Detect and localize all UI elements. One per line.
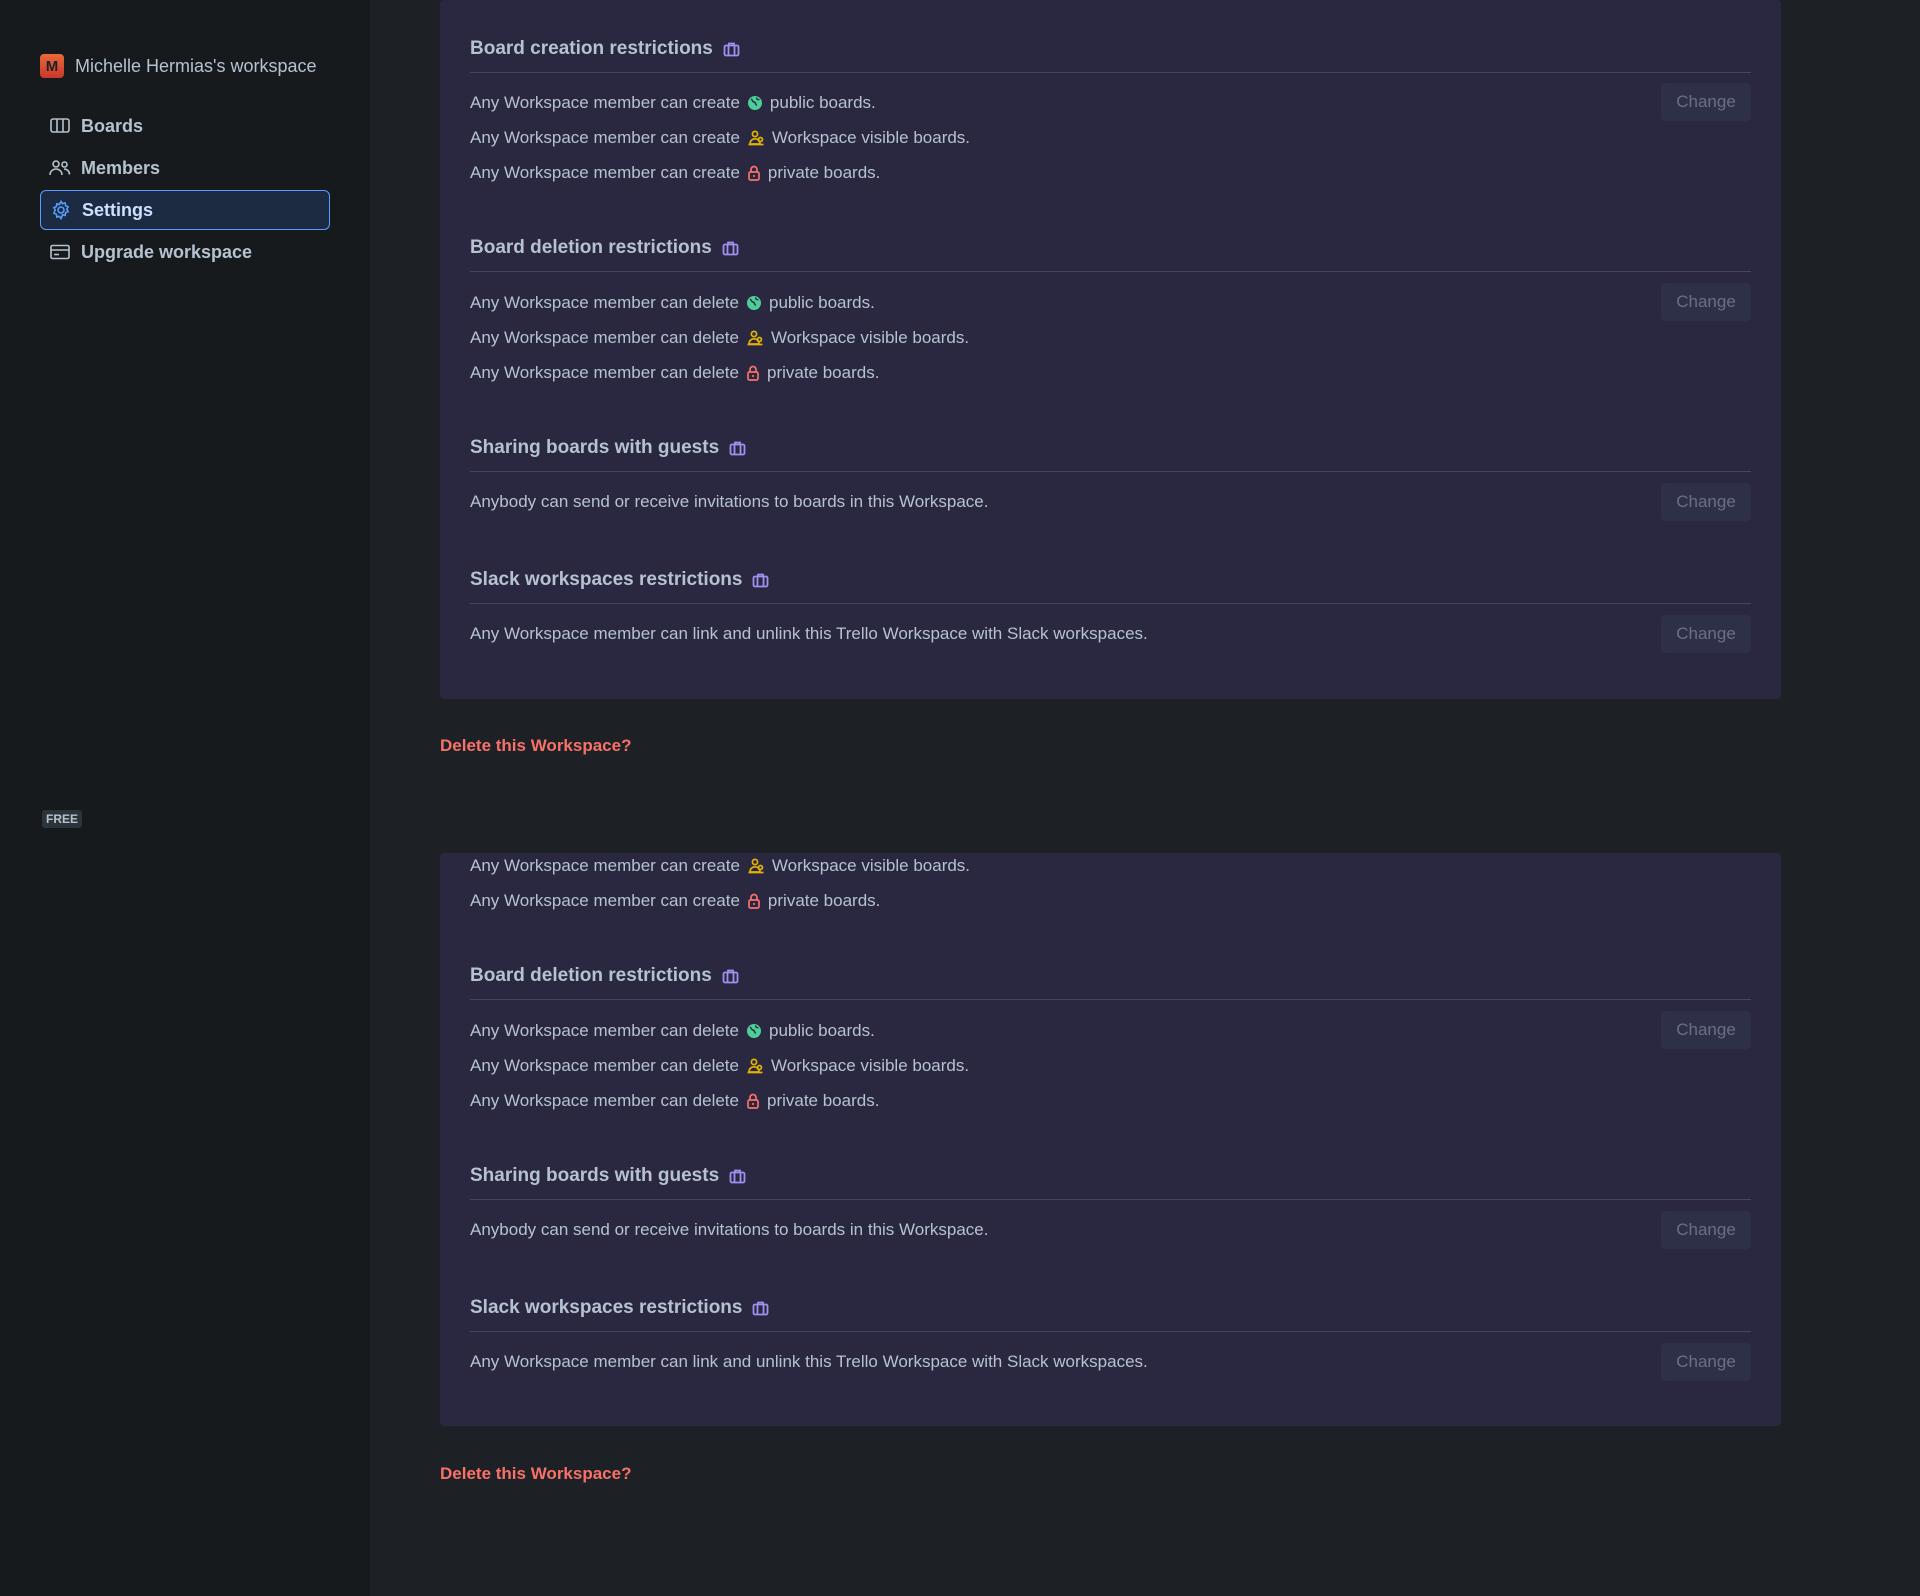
change-sharing-guests-button[interactable]: Change — [1661, 483, 1751, 521]
gear-icon — [50, 199, 72, 221]
restriction-row: Any Workspace member can create Workspac… — [470, 856, 971, 875]
section-title-board-deletion: Board deletion restrictions — [470, 961, 1751, 991]
upgrade-briefcase-icon — [723, 42, 740, 57]
upgrade-briefcase-icon — [729, 1169, 746, 1184]
restriction-row: Any Workspace member can delete public b… — [470, 1021, 875, 1040]
upgrade-briefcase-icon — [729, 441, 746, 456]
divider — [470, 271, 1751, 272]
sidebar-item-label: Members — [81, 157, 161, 178]
divider — [470, 72, 1751, 73]
restriction-row: Any Workspace member can create public b… — [470, 93, 876, 112]
workspace-people-icon — [747, 130, 765, 146]
section-title-board-deletion: Board deletion restrictions — [470, 233, 1751, 263]
globe-icon — [746, 1023, 762, 1039]
restriction-row: Any Workspace member can delete private … — [470, 363, 880, 382]
restriction-row: Any Workspace member can delete public b… — [470, 293, 875, 312]
section-title-slack-restrictions: Slack workspaces restrictions — [470, 565, 1751, 595]
change-board-deletion-button[interactable]: Change — [1661, 283, 1751, 321]
sidebar-item-members[interactable]: Members — [40, 148, 330, 188]
credit-card-icon — [49, 241, 71, 263]
upgrade-briefcase-icon — [722, 969, 739, 984]
change-sharing-guests-button[interactable]: Change — [1661, 1211, 1751, 1249]
upgrade-briefcase-icon — [752, 573, 769, 588]
globe-icon — [746, 295, 762, 311]
restriction-row: Any Workspace member can delete private … — [470, 1091, 880, 1110]
restriction-row: Any Workspace member can create private … — [470, 891, 881, 910]
change-board-deletion-button[interactable]: Change — [1661, 1011, 1751, 1049]
sidebar-item-label: Boards — [81, 115, 144, 136]
sidebar: M Michelle Hermias's workspace Boards Me… — [0, 0, 370, 1596]
divider — [470, 1331, 1751, 1332]
divider — [470, 1199, 1751, 1200]
restriction-row: Any Workspace member can create Workspac… — [470, 128, 971, 147]
workspace-people-icon — [746, 330, 764, 346]
sidebar-nav: Boards Members Settings Upgrade workspac… — [40, 106, 330, 274]
sidebar-item-upgrade-workspace[interactable]: Upgrade workspace — [40, 232, 330, 272]
restriction-row: Any Workspace member can create private … — [470, 163, 881, 182]
restriction-row: Any Workspace member can delete Workspac… — [470, 1056, 970, 1075]
delete-workspace-link[interactable]: Delete this Workspace? — [440, 1464, 631, 1484]
restriction-row: Any Workspace member can delete Workspac… — [470, 328, 970, 347]
sidebar-item-label: Upgrade workspace — [81, 241, 253, 262]
sidebar-item-boards[interactable]: Boards — [40, 106, 330, 146]
workspace-settings-panel-repeat: Any Workspace member can create Workspac… — [440, 853, 1781, 1426]
restriction-row: Anybody can send or receive invitations … — [470, 1220, 989, 1239]
workspace-header[interactable]: M Michelle Hermias's workspace — [40, 54, 317, 78]
section-title-sharing-guests: Sharing boards with guests — [470, 433, 1751, 463]
plan-badge: FREE — [42, 810, 83, 828]
workspace-name: Michelle Hermias's workspace — [75, 55, 317, 76]
divider — [470, 471, 1751, 472]
lock-icon — [747, 165, 761, 181]
divider — [470, 603, 1751, 604]
sidebar-item-label: Settings — [82, 199, 154, 220]
section-title-sharing-guests: Sharing boards with guests — [470, 1161, 1751, 1191]
lock-icon — [746, 365, 760, 381]
restriction-row: Any Workspace member can link and unlink… — [470, 624, 1148, 643]
lock-icon — [747, 893, 761, 909]
workspace-avatar: M — [40, 54, 64, 78]
globe-icon — [747, 95, 763, 111]
upgrade-briefcase-icon — [752, 1301, 769, 1316]
change-board-creation-button[interactable]: Change — [1661, 83, 1751, 121]
boards-icon — [49, 115, 71, 137]
change-slack-restrictions-button[interactable]: Change — [1661, 615, 1751, 653]
restriction-row: Any Workspace member can link and unlink… — [470, 1352, 1148, 1371]
sidebar-item-settings[interactable]: Settings — [40, 190, 330, 230]
section-title-board-creation: Board creation restrictions — [470, 34, 1751, 64]
members-icon — [49, 157, 71, 179]
workspace-settings-panel: Board creation restrictions Any Workspac… — [440, 0, 1781, 699]
divider — [470, 999, 1751, 1000]
lock-icon — [746, 1093, 760, 1109]
section-title-slack-restrictions: Slack workspaces restrictions — [470, 1293, 1751, 1323]
workspace-people-icon — [746, 1058, 764, 1074]
workspace-people-icon — [747, 858, 765, 874]
delete-workspace-link[interactable]: Delete this Workspace? — [440, 736, 631, 756]
restriction-row: Anybody can send or receive invitations … — [470, 492, 989, 511]
change-slack-restrictions-button[interactable]: Change — [1661, 1343, 1751, 1381]
upgrade-briefcase-icon — [722, 241, 739, 256]
